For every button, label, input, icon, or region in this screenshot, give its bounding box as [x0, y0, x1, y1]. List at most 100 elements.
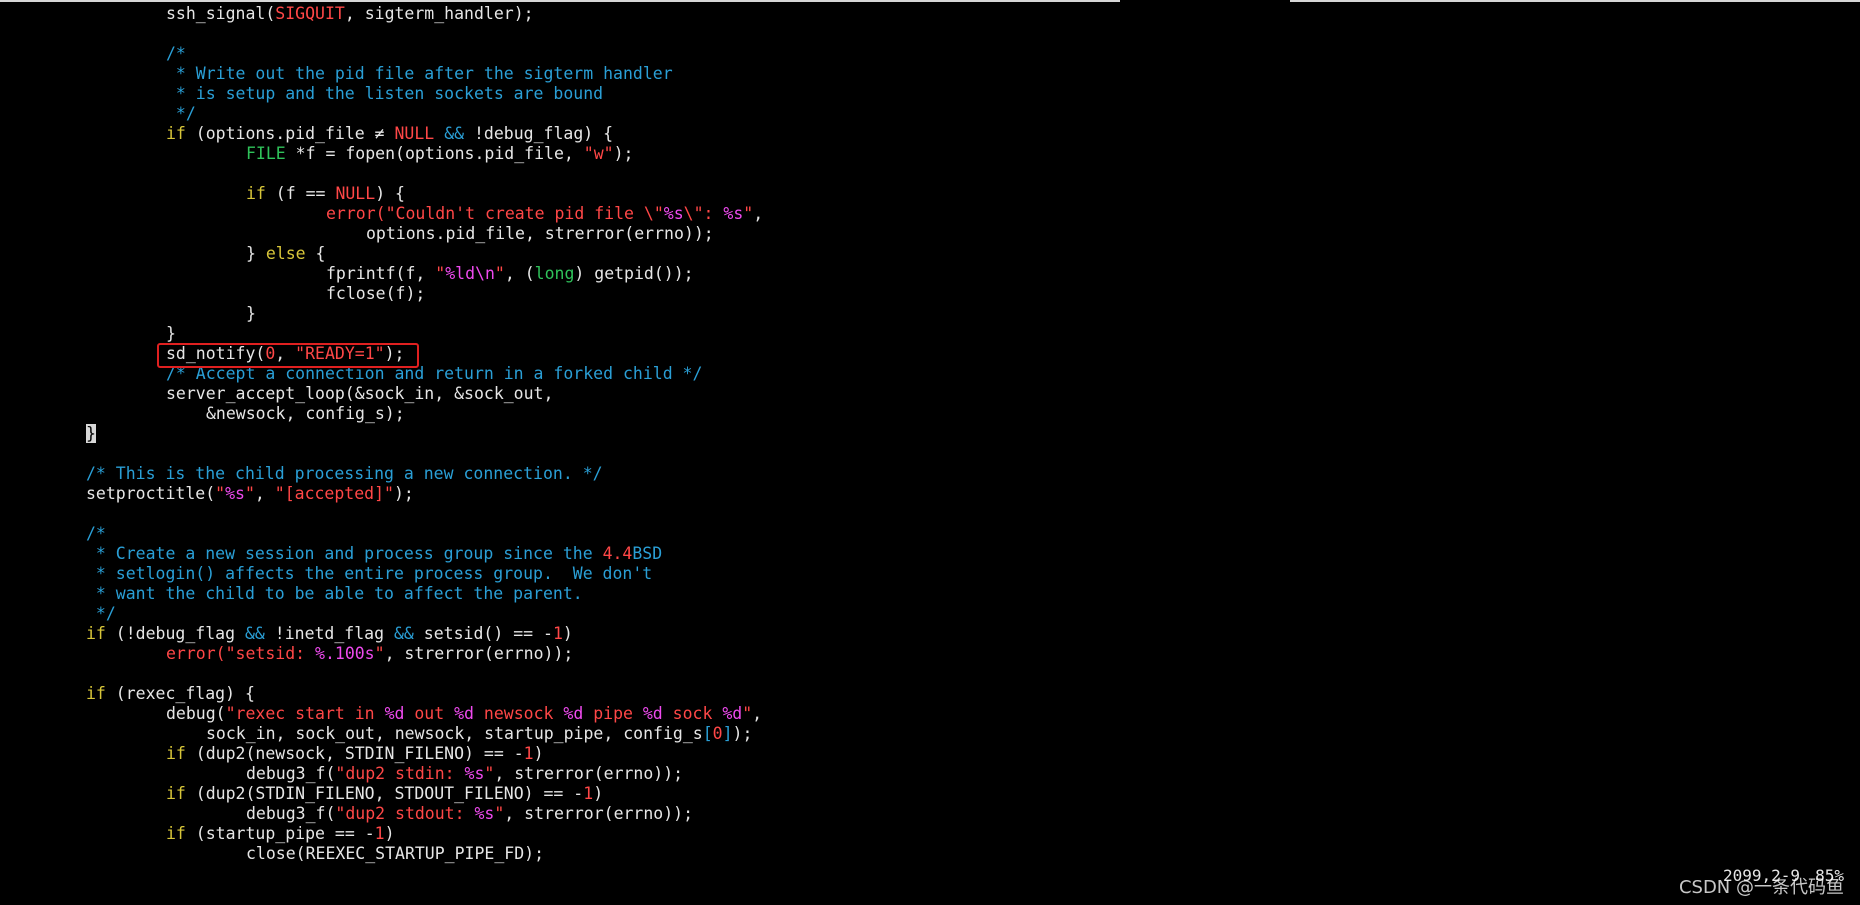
- code-line[interactable]: [0, 444, 763, 464]
- code-token-fmt: %s: [474, 804, 495, 823]
- code-line[interactable]: sd_notify(0, "READY=1");: [0, 344, 763, 364]
- code-line[interactable]: */: [0, 604, 763, 624]
- code-token-str: ": [435, 264, 446, 283]
- code-token-plain: ): [593, 784, 604, 803]
- code-line[interactable]: error("setsid: %.100s", strerror(errno))…: [0, 644, 763, 664]
- code-token-fmt: %s: [663, 204, 684, 223]
- code-line[interactable]: if (startup_pipe == -1): [0, 824, 763, 844]
- code-token-plain: ==: [483, 744, 504, 763]
- code-line[interactable]: if (options.pid_file ≠ NULL && !debug_fl…: [0, 124, 763, 144]
- code-token-plain: setproctitle(: [86, 484, 216, 503]
- code-line[interactable]: ssh_signal(SIGQUIT, sigterm_handler);: [0, 4, 763, 24]
- code-line[interactable]: * Create a new session and process group…: [0, 544, 763, 564]
- code-token-com: */: [86, 604, 116, 623]
- code-line[interactable]: debug3_f("dup2 stdout: %s", strerror(err…: [0, 804, 763, 824]
- code-token-plain: ) {: [375, 184, 405, 203]
- code-token-fmt: %d: [563, 704, 584, 723]
- code-token-kw: if: [86, 684, 106, 703]
- code-line[interactable]: if (dup2(STDIN_FILENO, STDOUT_FILENO) ==…: [0, 784, 763, 804]
- code-line[interactable]: }: [0, 424, 763, 444]
- code-token-str: ": [743, 204, 754, 223]
- code-token-plain: sock_in, sock_out, newsock, startup_pipe…: [206, 724, 703, 743]
- code-line[interactable]: } else {: [0, 244, 763, 264]
- code-token-plain: ): [384, 824, 395, 843]
- code-token-num: 1: [583, 784, 594, 803]
- code-token-plain: ,: [275, 344, 296, 363]
- code-token-fmt: %.100s: [315, 644, 375, 663]
- code-line[interactable]: &newsock, config_s);: [0, 404, 763, 424]
- code-line[interactable]: /* This is the child processing a new co…: [0, 464, 763, 484]
- code-line[interactable]: /*: [0, 44, 763, 64]
- code-token-plain: setsid(): [413, 624, 514, 643]
- code-line[interactable]: debug("rexec start in %d out %d newsock …: [0, 704, 763, 724]
- terminal-screen: ssh_signal(SIGQUIT, sigterm_handler); /* …: [0, 0, 1860, 905]
- code-token-plain: ≠: [374, 124, 385, 143]
- code-line[interactable]: * setlogin() affects the entire process …: [0, 564, 763, 584]
- code-token-plain: -: [503, 744, 524, 763]
- code-line[interactable]: [0, 24, 763, 44]
- code-line[interactable]: [0, 504, 763, 524]
- code-token-num: 1: [523, 744, 534, 763]
- code-editor[interactable]: ssh_signal(SIGQUIT, sigterm_handler); /* …: [0, 4, 763, 864]
- code-token-str: "setsid:: [225, 644, 316, 663]
- code-token-plain: options.pid_file, strerror(errno));: [366, 224, 714, 243]
- code-line[interactable]: if (f == NULL) {: [0, 184, 763, 204]
- code-token-plain: ): [533, 744, 544, 763]
- code-line[interactable]: */: [0, 104, 763, 124]
- code-line[interactable]: /*: [0, 524, 763, 544]
- code-token-str: "dup2 stdin:: [335, 764, 465, 783]
- code-token-op: [: [702, 724, 713, 743]
- code-token-fmt: %s: [225, 484, 245, 503]
- code-token-plain: ,: [753, 204, 764, 223]
- code-token-str: pipe: [583, 704, 643, 723]
- code-line[interactable]: debug3_f("dup2 stdin: %s", strerror(errn…: [0, 764, 763, 784]
- code-line[interactable]: /* Accept a connection and return in a f…: [0, 364, 763, 384]
- code-line[interactable]: if (!debug_flag && !inetd_flag && setsid…: [0, 624, 763, 644]
- code-line[interactable]: options.pid_file, strerror(errno));: [0, 224, 763, 244]
- code-line[interactable]: FILE *f = fopen(options.pid_file, "w");: [0, 144, 763, 164]
- code-token-kw: if: [166, 124, 186, 143]
- code-line[interactable]: sock_in, sock_out, newsock, startup_pipe…: [0, 724, 763, 744]
- code-token-plain: ,: [254, 484, 275, 503]
- code-token-plain: !inetd_flag: [264, 624, 394, 643]
- code-token-plain: sd_notify(: [166, 344, 266, 363]
- code-line[interactable]: }: [0, 304, 763, 324]
- code-token-plain: (options.pid_file: [185, 124, 375, 143]
- code-token-kw: else: [265, 244, 306, 263]
- code-token-fmt: %d: [384, 704, 405, 723]
- code-token-plain: ): [562, 624, 573, 643]
- code-token-str: sock: [662, 704, 723, 723]
- code-line[interactable]: * Write out the pid file after the sigte…: [0, 64, 763, 84]
- code-line[interactable]: }: [0, 324, 763, 344]
- code-token-plain: (dup2(newsock, STDIN_FILENO): [185, 744, 484, 763]
- code-token-kw: if: [166, 784, 186, 803]
- code-line[interactable]: if (dup2(newsock, STDIN_FILENO) == -1): [0, 744, 763, 764]
- code-line[interactable]: server_accept_loop(&sock_in, &sock_out,: [0, 384, 763, 404]
- code-line[interactable]: fprintf(f, "%ld\n", (long) getpid());: [0, 264, 763, 284]
- code-token-str: "Couldn't create pid file \": [385, 204, 664, 223]
- code-token-plain: (rexec_flag) {: [105, 684, 255, 703]
- code-token-plain: );: [384, 344, 405, 363]
- code-line[interactable]: if (rexec_flag) {: [0, 684, 763, 704]
- code-line[interactable]: fclose(f);: [0, 284, 763, 304]
- code-token-plain: debug(: [166, 704, 226, 723]
- code-token-plain: ==: [334, 824, 355, 843]
- code-line[interactable]: [0, 164, 763, 184]
- code-token-plain: );: [732, 724, 753, 743]
- code-token-op: &&: [393, 624, 414, 643]
- code-token-com: * Write out the pid file after the sigte…: [166, 64, 673, 83]
- code-token-plain: , strerror(errno));: [504, 804, 694, 823]
- code-line[interactable]: * want the child to be able to affect th…: [0, 584, 763, 604]
- code-token-plain: , (: [504, 264, 535, 283]
- code-line[interactable]: close(REEXEC_STARTUP_PIPE_FD);: [0, 844, 763, 864]
- code-line[interactable]: [0, 664, 763, 684]
- code-token-kw: if: [166, 824, 186, 843]
- code-token-plain: (!debug_flag: [105, 624, 245, 643]
- code-token-plain: fprintf(f,: [326, 264, 436, 283]
- code-line[interactable]: setproctitle("%s", "[accepted]");: [0, 484, 763, 504]
- code-token-kw: if: [166, 744, 186, 763]
- code-line[interactable]: * is setup and the listen sockets are bo…: [0, 84, 763, 104]
- code-line[interactable]: error("Couldn't create pid file \"%s\": …: [0, 204, 763, 224]
